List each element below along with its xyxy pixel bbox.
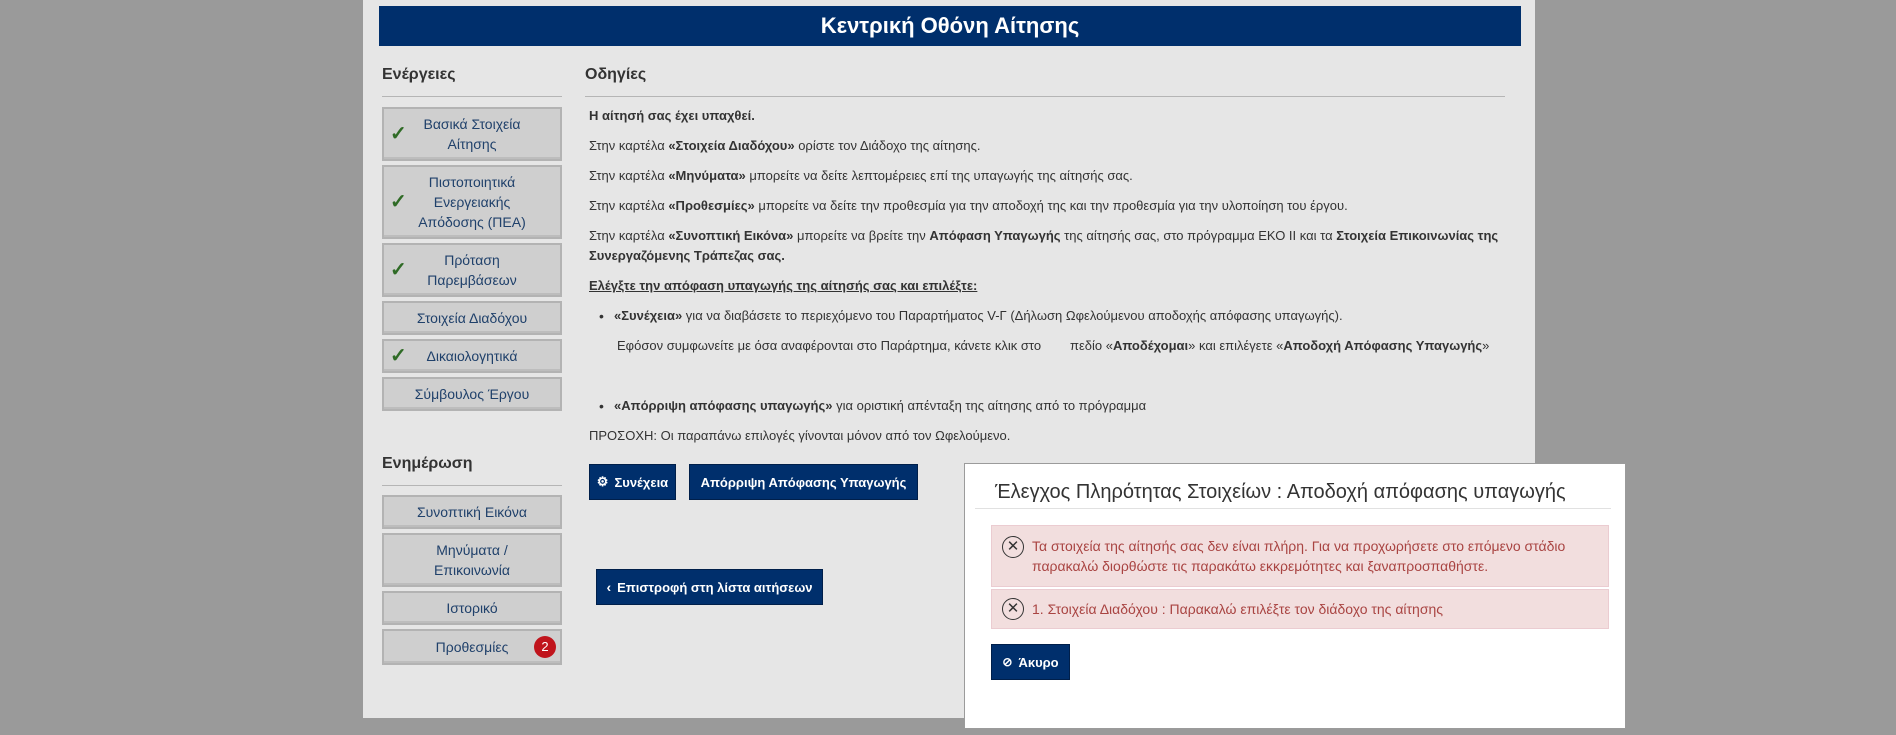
sidebar-item-documents[interactable]: ✓ Δικαιολογητικά <box>382 339 562 373</box>
instruction-deadlines: Στην καρτέλα «Προθεσμίες» μπορείτε να δε… <box>589 198 1348 213</box>
sidebar-item-history[interactable]: Ιστορικό <box>382 591 562 625</box>
sidebar-item-messages[interactable]: Μηνύματα / Επικοινωνία <box>382 533 562 587</box>
info-title: Ενημέρωση <box>382 455 473 472</box>
error-circle-icon: ✕ <box>1002 598 1024 620</box>
check-icon: ✓ <box>390 345 407 367</box>
continue-button[interactable]: ⚙ Συνέχεια <box>589 464 676 500</box>
page-header: Κεντρική Οθόνη Αίτησης <box>379 6 1521 46</box>
divider <box>585 96 1505 97</box>
check-icon: ✓ <box>390 191 407 213</box>
incomplete-data-alert: ✕ Τα στοιχεία της αίτησής σας δεν είναι … <box>991 525 1609 587</box>
actions-title: Ενέργειες <box>382 66 456 83</box>
divider <box>975 508 1611 509</box>
cancel-button[interactable]: ⊘ Άκυρο <box>991 644 1070 680</box>
check-icon: ✓ <box>390 123 407 145</box>
instruction-overview: Στην καρτέλα «Συνοπτική Εικόνα» μπορείτε… <box>589 228 1499 263</box>
instruction-successor: Στην καρτέλα «Στοιχεία Διαδόχου» ορίστε … <box>589 138 981 153</box>
check-heading: Ελέγξτε την απόφαση υπαγωγής της αίτησής… <box>589 278 978 293</box>
check-icon: ✓ <box>390 259 407 281</box>
page-title: Κεντρική Οθόνη Αίτησης <box>820 13 1080 38</box>
sidebar-item-successor[interactable]: Στοιχεία Διαδόχου <box>382 301 562 335</box>
bullet-continue-detail: Εφόσον συμφωνείτε με όσα αναφέρονται στο… <box>617 338 1490 353</box>
back-to-list-button[interactable]: ‹ Επιστροφή στη λίστα αιτήσεων <box>596 569 823 605</box>
divider <box>382 96 562 97</box>
chevron-left-icon: ‹ <box>606 579 612 595</box>
ban-icon: ⊘ <box>1002 655 1013 669</box>
instruction-messages: Στην καρτέλα «Μηνύματα» μπορείτε να δείτ… <box>589 168 1133 183</box>
successor-missing-alert: ✕ 1. Στοιχεία Διαδόχου : Παρακαλώ επιλέξ… <box>991 589 1609 629</box>
sidebar-item-energy-certificates[interactable]: ✓ Πιστοποιητικά Ενεργειακής Απόδοσης (ΠΕ… <box>382 165 562 239</box>
gear-icon: ⚙ <box>596 474 609 489</box>
instructions-title: Οδηγίες <box>585 66 647 83</box>
bullet-continue: • «Συνέχεια» για να διαβάσετε το περιεχόμ… <box>599 308 1343 324</box>
divider <box>382 485 562 486</box>
error-circle-icon: ✕ <box>1002 536 1024 558</box>
bullet-reject: • «Απόρριψη απόφασης υπαγωγής» για οριστι… <box>599 398 1147 414</box>
submitted-text: Η αίτησή σας έχει υπαχθεί. <box>589 108 755 123</box>
sidebar-item-project-advisor[interactable]: Σύμβουλος Έργου <box>382 377 562 411</box>
deadlines-count-badge: 2 <box>534 636 556 658</box>
sidebar-item-deadlines[interactable]: Προθεσμίες 2 <box>382 629 562 665</box>
sidebar-item-interventions[interactable]: ✓ Πρόταση Παρεμβάσεων <box>382 243 562 297</box>
warning-text: ΠΡΟΣΟΧΗ: Οι παραπάνω επιλογές γίνονται μ… <box>589 428 1011 443</box>
sidebar-item-overview[interactable]: Συνοπτική Εικόνα <box>382 495 562 529</box>
sidebar-item-basic-info[interactable]: ✓ Βασικά Στοιχεία Αίτησης <box>382 107 562 161</box>
dialog-title: Έλεγχος Πληρότητας Στοιχείων : Αποδοχή α… <box>995 481 1566 503</box>
reject-decision-button[interactable]: Απόρριψη Απόφασης Υπαγωγής <box>689 464 918 500</box>
completeness-check-dialog: Έλεγχος Πληρότητας Στοιχείων : Αποδοχή α… <box>964 463 1626 729</box>
